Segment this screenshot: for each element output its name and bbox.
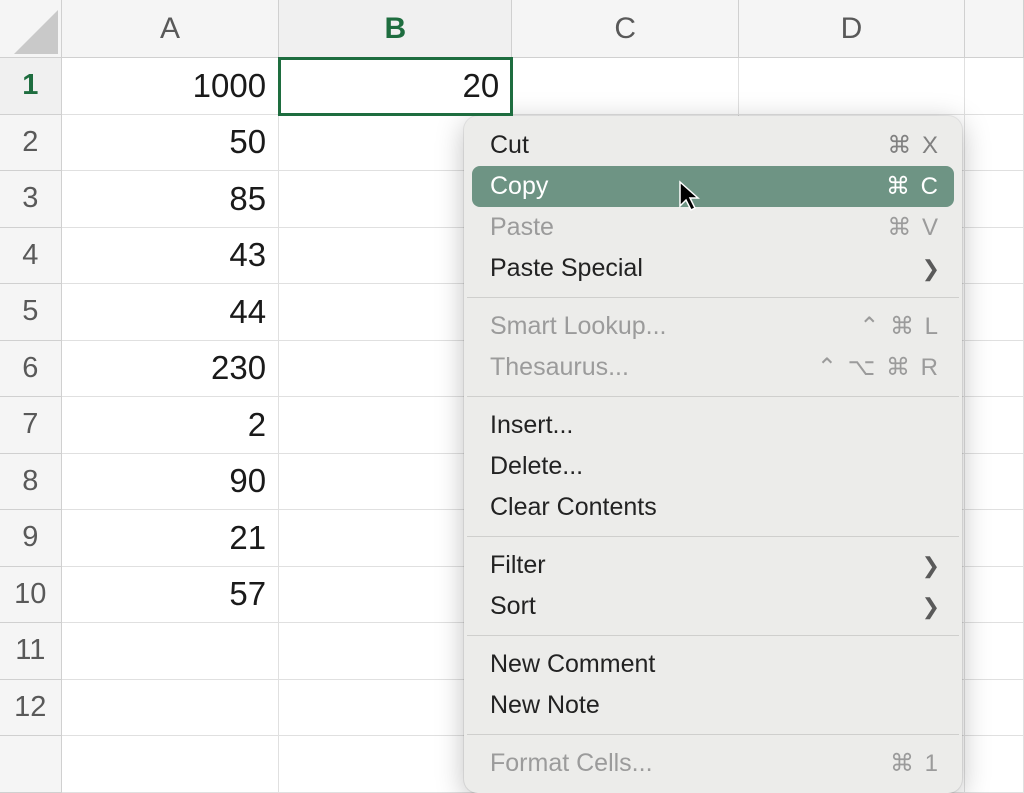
cell-E4[interactable] [965,228,1024,285]
cell-E2[interactable] [965,115,1024,172]
cell-E3[interactable] [965,171,1024,228]
row-header-10[interactable]: 10 [0,567,62,624]
menu-item-thesaurus: Thesaurus... ⌃ ⌥ ⌘ R [464,347,962,388]
row-header-1[interactable]: 1 [0,58,62,115]
cell-E12[interactable] [965,680,1024,737]
cell-A11[interactable] [62,623,280,680]
menu-separator [467,297,959,298]
cell-A9[interactable]: 21 [62,510,280,567]
row-1: 1 1000 20 [0,58,1024,115]
menu-item-delete[interactable]: Delete... [464,446,962,487]
cell-A8[interactable]: 90 [62,454,280,511]
menu-shortcut: ⌘ 1 [890,749,940,778]
row-header-3[interactable]: 3 [0,171,62,228]
menu-label: Filter [490,551,546,580]
menu-shortcut: ⌘ C [886,172,940,201]
menu-item-filter[interactable]: Filter ❯ [464,545,962,586]
menu-label: Thesaurus... [490,353,629,382]
menu-separator [467,396,959,397]
menu-label: Sort [490,592,536,621]
cell-A12[interactable] [62,680,280,737]
cell-A10[interactable]: 57 [62,567,280,624]
cell-C1[interactable] [512,58,738,115]
menu-item-paste: Paste ⌘ V [464,207,962,248]
menu-item-insert[interactable]: Insert... [464,405,962,446]
menu-item-sort[interactable]: Sort ❯ [464,586,962,627]
cell-E9[interactable] [965,510,1024,567]
cell-E13[interactable] [965,736,1024,793]
row-header-11[interactable]: 11 [0,623,62,680]
menu-label: Copy [490,172,548,201]
column-header-C[interactable]: C [512,0,738,58]
menu-item-clear-contents[interactable]: Clear Contents [464,487,962,528]
cell-E10[interactable] [965,567,1024,624]
row-header-12[interactable]: 12 [0,680,62,737]
menu-label: Delete... [490,452,583,481]
menu-item-paste-special[interactable]: Paste Special ❯ [464,248,962,289]
menu-label: Smart Lookup... [490,312,666,341]
menu-item-new-note[interactable]: New Note [464,685,962,726]
menu-separator [467,734,959,735]
menu-label: Insert... [490,411,573,440]
menu-item-new-comment[interactable]: New Comment [464,644,962,685]
menu-label: Paste Special [490,254,643,283]
cell-D1[interactable] [739,58,965,115]
menu-label: New Comment [490,650,655,679]
cell-E11[interactable] [965,623,1024,680]
menu-label: Format Cells... [490,749,653,778]
menu-item-format-cells: Format Cells... ⌘ 1 [464,743,962,784]
cell-E7[interactable] [965,397,1024,454]
cell-A4[interactable]: 43 [62,228,280,285]
menu-shortcut: ⌃ ⌥ ⌘ R [817,353,940,382]
chevron-right-icon: ❯ [922,256,940,282]
cell-A3[interactable]: 85 [62,171,280,228]
column-header-A[interactable]: A [62,0,280,58]
cell-E6[interactable] [965,341,1024,398]
row-header-13[interactable] [0,736,62,793]
cell-A5[interactable]: 44 [62,284,280,341]
menu-label: Paste [490,213,554,242]
column-header-row: A B C D [0,0,1024,58]
context-menu: Cut ⌘ X Copy ⌘ C Paste ⌘ V Paste Special ❯ Smart… [464,116,962,793]
cell-A2[interactable]: 50 [62,115,280,172]
row-header-6[interactable]: 6 [0,341,62,398]
row-header-2[interactable]: 2 [0,115,62,172]
menu-separator [467,536,959,537]
cell-A6[interactable]: 230 [62,341,280,398]
chevron-right-icon: ❯ [922,553,940,579]
row-header-5[interactable]: 5 [0,284,62,341]
menu-label: Cut [490,131,529,160]
cell-A7[interactable]: 2 [62,397,280,454]
menu-label: New Note [490,691,600,720]
column-header-D[interactable]: D [739,0,965,58]
chevron-right-icon: ❯ [922,594,940,620]
row-header-8[interactable]: 8 [0,454,62,511]
select-all-triangle-icon [14,10,58,54]
menu-item-cut[interactable]: Cut ⌘ X [464,125,962,166]
menu-item-smart-lookup: Smart Lookup... ⌃ ⌘ L [464,306,962,347]
select-all-corner[interactable] [0,0,62,58]
row-header-9[interactable]: 9 [0,510,62,567]
menu-item-copy[interactable]: Copy ⌘ C [472,166,954,207]
menu-shortcut: ⌘ X [887,131,940,160]
row-header-7[interactable]: 7 [0,397,62,454]
menu-label: Clear Contents [490,493,657,522]
cell-B1[interactable]: 20 [279,58,512,115]
cell-E1[interactable] [965,58,1024,115]
menu-shortcut: ⌃ ⌘ L [859,312,940,341]
column-header-E[interactable] [965,0,1024,58]
row-header-4[interactable]: 4 [0,228,62,285]
cell-E8[interactable] [965,454,1024,511]
menu-separator [467,635,959,636]
column-header-B[interactable]: B [279,0,512,58]
menu-shortcut: ⌘ V [887,213,940,242]
cell-E5[interactable] [965,284,1024,341]
cell-A1[interactable]: 1000 [62,58,280,115]
cell-A13[interactable] [62,736,280,793]
